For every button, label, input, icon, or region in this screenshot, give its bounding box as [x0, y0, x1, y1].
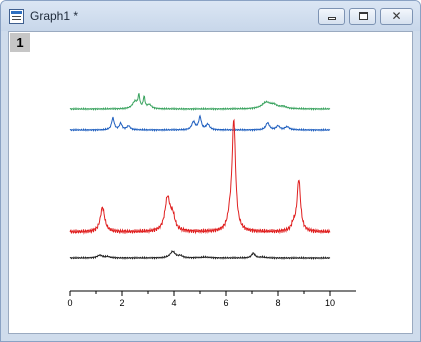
- trace-black[interactable]: [69, 249, 331, 261]
- x-tick-label: 0: [67, 298, 72, 308]
- x-tick-label: 8: [275, 298, 280, 308]
- x-tick-label: 10: [325, 298, 335, 308]
- maximize-icon: [359, 12, 368, 20]
- x-tick-label: 6: [223, 298, 228, 308]
- x-tick-label: 4: [171, 298, 176, 308]
- minimize-button[interactable]: [318, 8, 345, 25]
- graph-window-icon[interactable]: [9, 9, 24, 24]
- graph-window: Graph1 * ✕ 1 0 2 4 6 8 10: [0, 0, 421, 342]
- minimize-icon: [328, 17, 336, 20]
- x-tick-label: 2: [119, 298, 124, 308]
- trace-blue[interactable]: [69, 114, 331, 133]
- trace-red[interactable]: [69, 118, 331, 235]
- trace-green[interactable]: [69, 93, 331, 111]
- maximize-button[interactable]: [349, 8, 376, 25]
- graph-page[interactable]: 1 0 2 4 6 8 10: [8, 31, 413, 334]
- close-icon: ✕: [391, 9, 402, 23]
- close-button[interactable]: ✕: [380, 8, 413, 25]
- spectrum-plot[interactable]: 0 2 4 6 8 10: [9, 32, 412, 333]
- title-bar[interactable]: Graph1 * ✕: [1, 1, 420, 31]
- window-title: Graph1 *: [30, 9, 79, 23]
